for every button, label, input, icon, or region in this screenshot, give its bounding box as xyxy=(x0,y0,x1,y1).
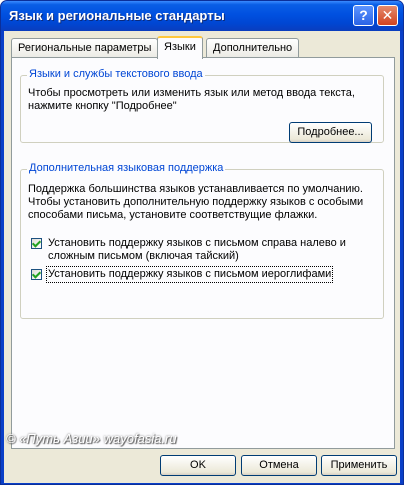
apply-button[interactable]: Применить xyxy=(321,455,397,476)
dialog-client-area: Региональные параметры Языки Дополнитель… xyxy=(4,31,400,483)
watermark-text: © «Путь Азии» wayofasia.ru xyxy=(6,431,177,446)
tab-advanced[interactable]: Дополнительно xyxy=(206,38,300,57)
extra-support-legend: Дополнительная языковая поддержка xyxy=(27,162,226,174)
tab-panel-languages: Языки и службы текстового ввода Чтобы пр… xyxy=(11,57,395,449)
text-services-legend: Языки и службы текстового ввода xyxy=(27,68,205,80)
checkbox-rtl-complex-scripts[interactable]: Установить поддержку языков с письмом сп… xyxy=(31,237,375,265)
tab-languages[interactable]: Языки xyxy=(157,36,203,59)
checkbox-east-asian-languages[interactable]: Установить поддержку языков с письмом ие… xyxy=(31,266,375,283)
dialog-window: Язык и региональные стандарты ? ✕ Регион… xyxy=(0,0,404,485)
checkbox-rtl-label: Установить поддержку языков с письмом сп… xyxy=(48,237,346,262)
close-button[interactable]: ✕ xyxy=(377,5,398,26)
extra-language-support-group: Дополнительная языковая поддержка Поддер… xyxy=(20,162,384,319)
details-button[interactable]: Подробнее... xyxy=(289,122,372,143)
text-services-group: Языки и службы текстового ввода Чтобы пр… xyxy=(20,68,384,143)
ok-button[interactable]: OK xyxy=(160,455,236,476)
help-button[interactable]: ? xyxy=(353,5,374,26)
title-bar[interactable]: Язык и региональные стандарты ? ✕ xyxy=(1,1,403,31)
extra-support-description: Поддержка большинства языков устанавлива… xyxy=(28,183,364,221)
cancel-button[interactable]: Отмена xyxy=(241,455,317,476)
checkbox-checked-icon[interactable] xyxy=(31,238,42,249)
tab-regional-settings[interactable]: Региональные параметры xyxy=(11,38,159,57)
window-title: Язык и региональные стандарты xyxy=(9,8,225,23)
checkbox-east-asian-label: Установить поддержку языков с письмом ие… xyxy=(45,266,334,283)
checkbox-checked-icon[interactable] xyxy=(31,269,42,280)
text-services-description: Чтобы просмотреть или изменить язык или … xyxy=(28,87,355,112)
